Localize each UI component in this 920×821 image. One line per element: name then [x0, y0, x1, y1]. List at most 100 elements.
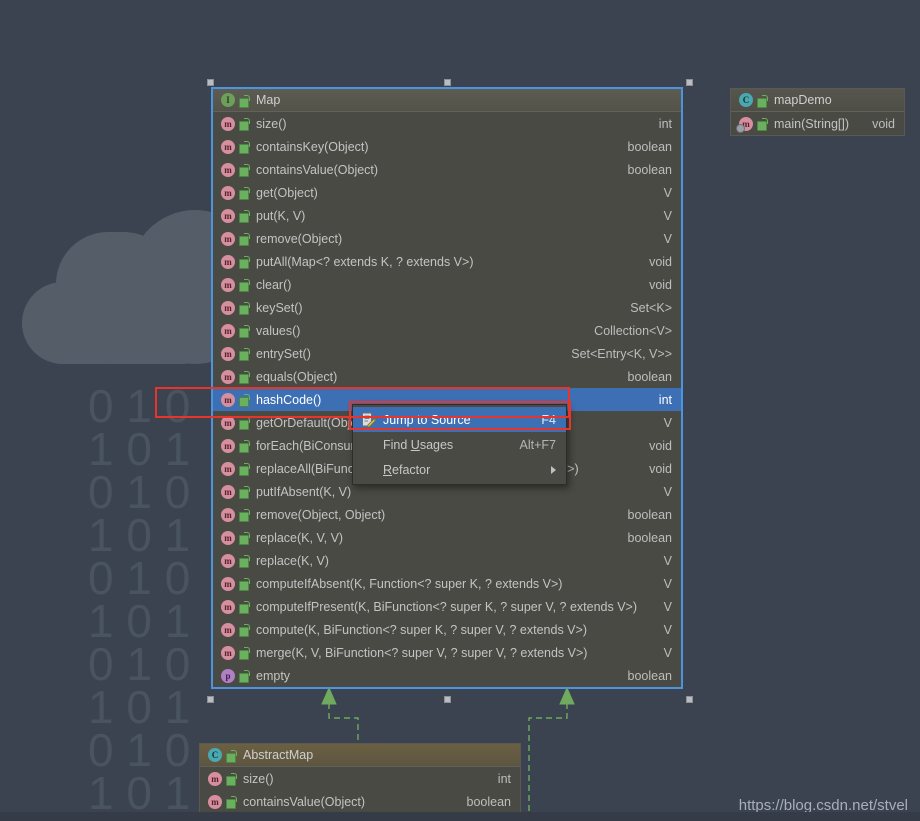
method-icon: m — [221, 507, 235, 522]
member-signature: containsKey(Object) — [256, 139, 369, 154]
method-icon: m — [221, 162, 235, 177]
class-member-row[interactable]: m get(Object) V — [213, 181, 681, 204]
menu-item-jump-to-source[interactable]: Jump to Source F4 — [353, 407, 566, 432]
member-signature: compute(K, BiFunction<? super K, ? super… — [256, 622, 587, 637]
resize-handle-bottom-center[interactable] — [444, 696, 451, 703]
visibility-public-icon — [239, 325, 250, 338]
class-member-row[interactable]: m containsKey(Object) boolean — [213, 135, 681, 158]
visibility-public-icon — [239, 141, 250, 154]
class-member-row[interactable]: m keySet() Set<K> — [213, 296, 681, 319]
visibility-public-icon — [239, 486, 250, 499]
binary-rain: 0 1 0 — [88, 724, 191, 776]
uml-class-node-abstractmap[interactable]: C AbstractMap m size() int m containsValue(O… — [199, 743, 521, 814]
method-icon: m — [221, 530, 235, 545]
member-signature: clear() — [256, 277, 292, 292]
class-member-row[interactable]: m remove(Object) V — [213, 227, 681, 250]
class-member-row[interactable]: m putAll(Map<? extends K, ? extends V>) vo… — [213, 250, 681, 273]
visibility-public-icon — [239, 509, 250, 522]
member-signature: keySet() — [256, 300, 303, 315]
member-return-type: V — [663, 622, 672, 637]
member-return-type: boolean — [466, 794, 512, 809]
member-return-type: void — [649, 254, 672, 269]
visibility-public-icon — [239, 256, 250, 269]
node-title: mapDemo — [774, 93, 832, 107]
menu-item-find-usages[interactable]: Find Usages Alt+F7 — [353, 432, 566, 457]
class-member-row[interactable]: m clear() void — [213, 273, 681, 296]
uml-class-node-map[interactable]: I Map m size() int m containsKey(Object) bool… — [211, 87, 683, 689]
class-member-row[interactable]: m computeIfPresent(K, BiFunction<? super … — [213, 595, 681, 618]
visibility-public-icon — [239, 555, 250, 568]
menu-item-shortcut: Alt+F7 — [519, 437, 556, 452]
visibility-public-icon — [226, 749, 237, 763]
class-member-row[interactable]: m replace(K, V, V) boolean — [213, 526, 681, 549]
context-menu[interactable]: Jump to Source F4 Find Usages Alt+F7 Refacto… — [352, 404, 567, 485]
class-member-row[interactable]: p empty boolean — [213, 664, 681, 687]
uml-class-node-mapdemo[interactable]: C mapDemo m main(String[]) void — [730, 88, 905, 136]
method-icon: m — [221, 231, 235, 246]
uml-diagram-canvas[interactable]: 0 1 0 1 0 1 0 1 0 1 0 1 0 1 0 1 0 1 0 1 … — [0, 0, 920, 821]
method-icon: m — [221, 622, 235, 637]
method-icon: m — [221, 300, 235, 315]
class-member-row[interactable]: m equals(Object) boolean — [213, 365, 681, 388]
member-signature: size() — [243, 771, 274, 786]
class-icon: C — [739, 93, 753, 107]
class-member-row[interactable]: m containsValue(Object) boolean — [213, 158, 681, 181]
implements-edge-abstractmap — [328, 703, 359, 746]
class-icon: C — [208, 748, 222, 762]
node-header-abstractmap[interactable]: C AbstractMap — [200, 744, 520, 767]
member-return-type: void — [649, 438, 672, 453]
node-member-list[interactable]: m size() int m containsValue(Object) boolean — [200, 767, 520, 813]
class-member-row[interactable]: m entrySet() Set<Entry<K, V>> — [213, 342, 681, 365]
visibility-public-icon — [239, 578, 250, 591]
member-signature: computeIfPresent(K, BiFunction<? super K… — [256, 599, 637, 614]
submenu-arrow-icon — [551, 465, 556, 474]
visibility-public-icon — [239, 624, 250, 637]
node-member-list[interactable]: m main(String[]) void — [731, 112, 904, 135]
node-header-mapdemo[interactable]: C mapDemo — [731, 89, 904, 112]
class-member-row[interactable]: m size() int — [213, 112, 681, 135]
member-return-type: void — [649, 277, 672, 292]
visibility-public-icon — [239, 233, 250, 246]
class-member-row[interactable]: m main(String[]) void — [731, 112, 904, 135]
resize-handle-top-center[interactable] — [444, 79, 451, 86]
member-return-type: V — [663, 185, 672, 200]
cloud-shape-left — [22, 282, 222, 364]
class-member-row[interactable]: m replace(K, V) V — [213, 549, 681, 572]
member-signature: size() — [256, 116, 287, 131]
class-member-row[interactable]: m values() Collection<V> — [213, 319, 681, 342]
member-signature: containsValue(Object) — [243, 794, 366, 809]
class-member-row[interactable]: m containsValue(Object) boolean — [200, 790, 520, 813]
menu-item-refactor[interactable]: Refactor — [353, 457, 566, 482]
resize-handle-top-left[interactable] — [207, 79, 214, 86]
visibility-public-icon — [239, 187, 250, 200]
member-return-type: boolean — [627, 668, 673, 683]
method-icon: m — [208, 771, 222, 786]
node-header-map[interactable]: I Map — [213, 89, 681, 112]
member-signature: remove(Object, Object) — [256, 507, 386, 522]
class-member-row[interactable]: m computeIfAbsent(K, Function<? super K, … — [213, 572, 681, 595]
class-member-row[interactable]: m put(K, V) V — [213, 204, 681, 227]
class-member-row[interactable]: m remove(Object, Object) boolean — [213, 503, 681, 526]
node-member-list[interactable]: m size() int m containsKey(Object) boolean m co… — [213, 112, 681, 687]
method-icon: m — [221, 346, 235, 361]
method-icon: m — [221, 208, 235, 223]
resize-handle-top-right[interactable] — [686, 79, 693, 86]
menu-item-label: Refactor — [383, 462, 431, 477]
class-member-row[interactable]: m size() int — [200, 767, 520, 790]
member-signature: entrySet() — [256, 346, 311, 361]
visibility-public-icon — [239, 670, 250, 683]
visibility-public-icon — [757, 118, 768, 131]
resize-handle-bottom-left[interactable] — [207, 696, 214, 703]
member-signature: main(String[]) — [774, 116, 850, 131]
method-icon: m — [221, 484, 235, 499]
member-return-type: boolean — [627, 139, 673, 154]
class-member-row[interactable]: m merge(K, V, BiFunction<? super V, ? sup… — [213, 641, 681, 664]
visibility-public-icon — [239, 394, 250, 407]
member-return-type: void — [872, 116, 895, 131]
resize-handle-bottom-right[interactable] — [686, 696, 693, 703]
class-member-row[interactable]: m compute(K, BiFunction<? super K, ? supe… — [213, 618, 681, 641]
binary-rain: 1 0 1 — [88, 767, 191, 819]
visibility-public-icon — [226, 773, 237, 786]
method-icon: m — [221, 438, 235, 453]
member-return-type: V — [663, 415, 672, 430]
